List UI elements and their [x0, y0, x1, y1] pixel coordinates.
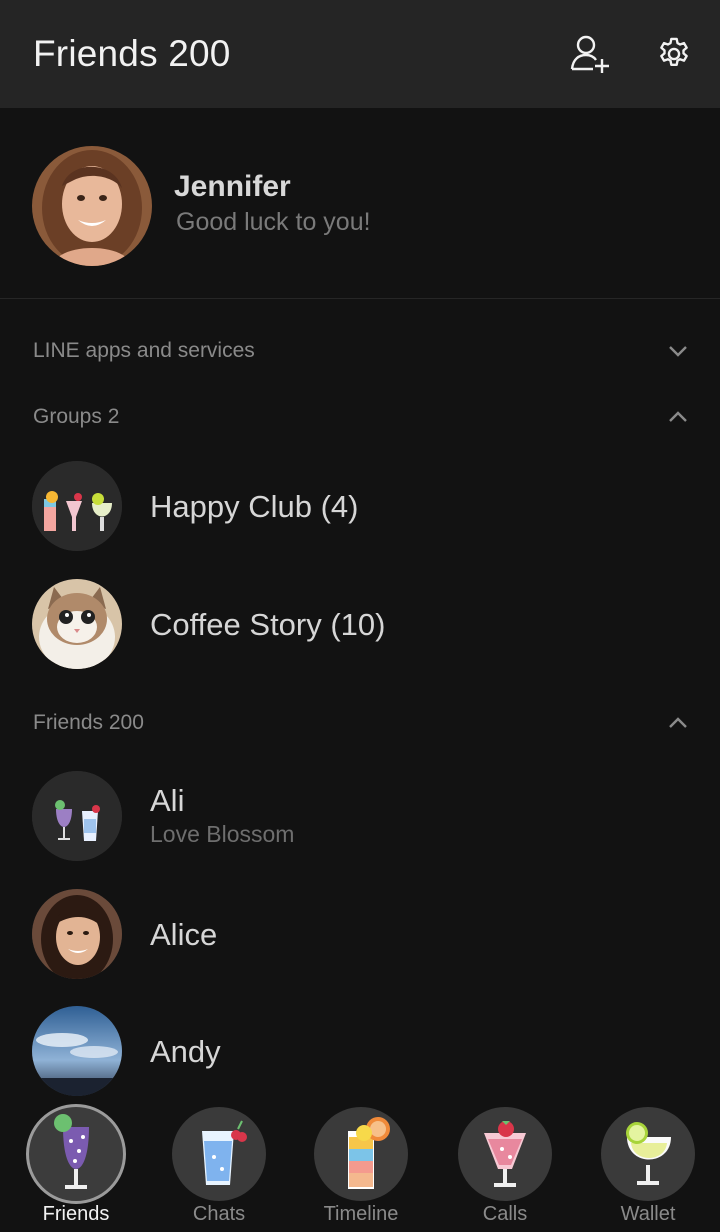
friend-name: Alice: [150, 917, 218, 952]
friend-name: Ali: [150, 783, 185, 818]
tab-label: Chats: [192, 1203, 246, 1225]
add-friend-icon: [570, 35, 609, 73]
friend-avatar: [32, 1006, 122, 1096]
tab-calls[interactable]: Calls: [440, 1100, 570, 1232]
section-header-services[interactable]: LINE apps and services: [0, 321, 720, 381]
gear-icon: [660, 37, 688, 66]
calls-drink-icon: [458, 1107, 552, 1201]
group-row-happy-club[interactable]: Happy Club (4): [0, 451, 720, 561]
settings-button[interactable]: [650, 30, 698, 78]
friend-row-ali[interactable]: Ali Love Blossom: [0, 761, 720, 871]
page-title: Friends 200: [33, 33, 231, 74]
tab-label: Timeline: [323, 1203, 399, 1225]
tab-label: Wallet: [620, 1203, 676, 1225]
avatar: [32, 146, 152, 266]
chevron-up-icon: [669, 717, 687, 728]
chats-drink-icon: [172, 1107, 266, 1201]
tab-chats[interactable]: Chats: [154, 1100, 284, 1232]
bottom-navigation: Friends Chats Timeline Calls Wallet: [0, 1100, 720, 1232]
group-avatar: [32, 579, 122, 669]
tab-label: Calls: [482, 1203, 528, 1225]
profile-name: Jennifer: [174, 170, 291, 203]
my-profile[interactable]: Jennifer Good luck to you!: [0, 108, 720, 299]
friends-drink-icon: [26, 1104, 126, 1204]
friend-row-andy[interactable]: Andy: [0, 996, 720, 1106]
section-label: Groups 2: [33, 405, 120, 428]
group-name: Coffee Story (10): [150, 607, 386, 642]
chevron-down-icon: [669, 346, 687, 357]
add-friend-button[interactable]: [566, 30, 614, 78]
group-avatar: [32, 461, 122, 551]
section-label: LINE apps and services: [33, 339, 255, 362]
friend-status-message: Love Blossom: [150, 821, 295, 847]
timeline-drink-icon: [314, 1107, 408, 1201]
group-row-coffee-story[interactable]: Coffee Story (10): [0, 569, 720, 679]
section-header-friends[interactable]: Friends 200: [0, 693, 720, 753]
tab-timeline[interactable]: Timeline: [296, 1100, 426, 1232]
wallet-drink-icon: [601, 1107, 695, 1201]
tab-wallet[interactable]: Wallet: [583, 1100, 713, 1232]
group-name: Happy Club (4): [150, 489, 359, 524]
section-label: Friends 200: [33, 711, 144, 734]
app-header: Friends 200: [0, 0, 720, 108]
friend-name: Andy: [150, 1034, 221, 1069]
friend-row-alice[interactable]: Alice: [0, 879, 720, 989]
chevron-up-icon: [669, 411, 687, 422]
friend-avatar: [32, 889, 122, 979]
profile-status-message: Good luck to you!: [176, 208, 371, 236]
friend-avatar: [32, 771, 122, 861]
tab-friends[interactable]: Friends: [11, 1100, 141, 1232]
section-header-groups[interactable]: Groups 2: [0, 387, 720, 447]
tab-label: Friends: [42, 1203, 110, 1225]
